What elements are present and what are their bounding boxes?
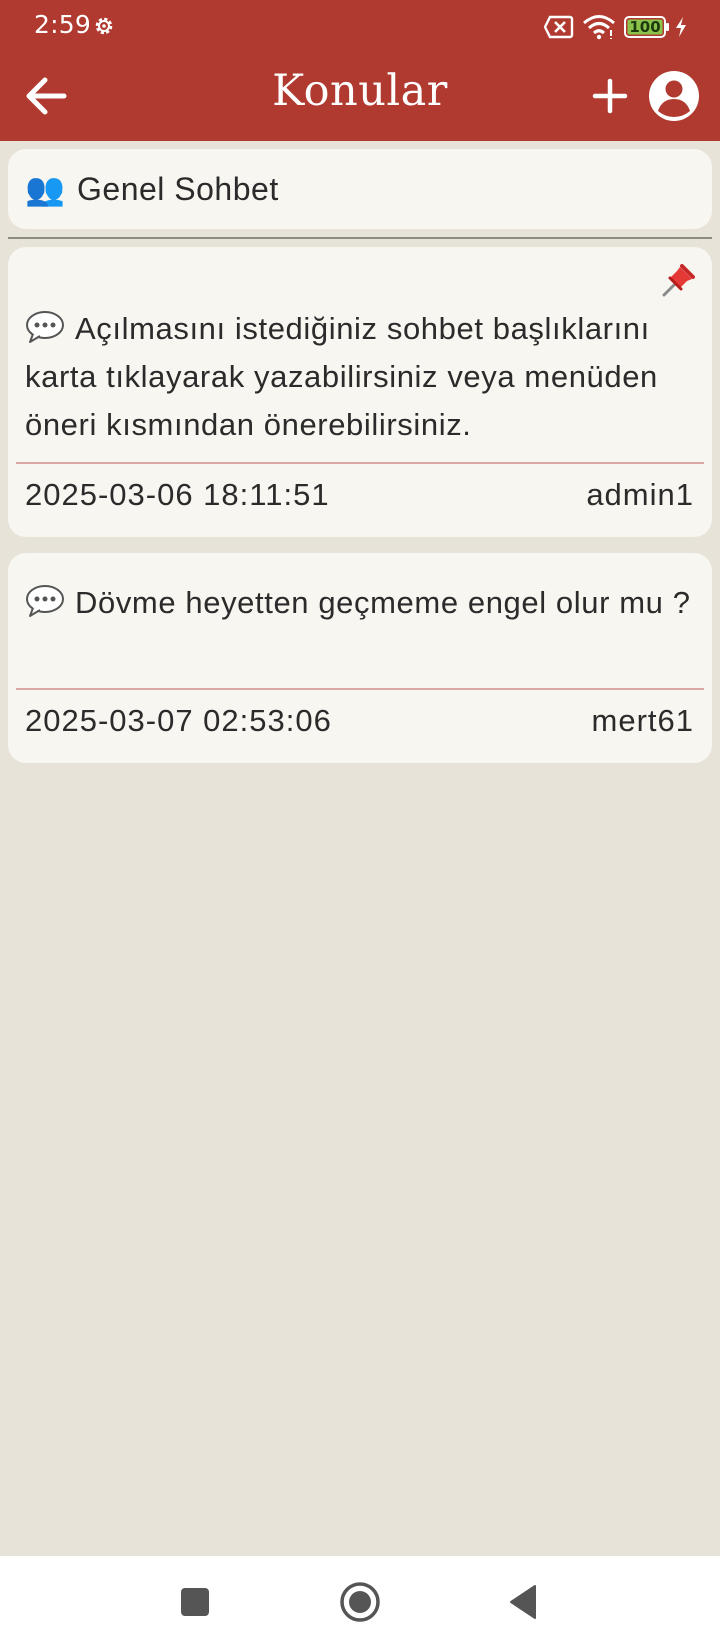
topic-separator	[16, 688, 704, 690]
square-icon	[181, 1588, 209, 1616]
home-button[interactable]	[336, 1578, 384, 1626]
system-navigation-bar	[0, 1556, 720, 1650]
system-back-button[interactable]	[499, 1578, 547, 1626]
triangle-back-icon	[510, 1585, 536, 1619]
pushpin-icon	[662, 264, 695, 297]
circle-home-icon	[340, 1582, 380, 1622]
toolbar: Konular	[0, 52, 720, 141]
charging-bolt-icon	[676, 17, 686, 37]
speech-bubble-icon	[26, 311, 64, 343]
people-icon: 👥	[25, 171, 65, 207]
add-topic-button[interactable]	[584, 68, 636, 124]
topic-text: Açılmasını istediğiniz sohbet başlıkları…	[25, 311, 658, 442]
battery-level: 100	[629, 18, 661, 36]
topic-title: Dövme heyetten geçmeme engel olur mu ?	[25, 579, 698, 627]
topic-date: 2025-03-07 02:53:06	[25, 703, 332, 738]
topic-separator	[16, 462, 704, 464]
topic-meta: 2025-03-06 18:11:51 admin1	[25, 477, 694, 513]
account-circle-icon	[649, 71, 699, 121]
speech-bubble-icon	[26, 585, 64, 617]
category-title: Genel Sohbet	[77, 170, 279, 207]
recents-button[interactable]	[171, 1578, 219, 1626]
status-bar: 2:59 100	[0, 0, 720, 52]
plus-icon	[592, 78, 628, 114]
topic-date: 2025-03-06 18:11:51	[25, 477, 330, 512]
app-bar: 2:59 100 Konular	[0, 0, 720, 141]
settings-gear-icon	[95, 17, 113, 35]
wifi-icon	[583, 15, 615, 40]
profile-button[interactable]	[644, 66, 704, 126]
battery-icon: 100	[624, 16, 669, 38]
topic-meta: 2025-03-07 02:53:06 mert61	[25, 703, 694, 739]
topic-author: mert61	[591, 703, 694, 738]
no-sim-icon	[544, 15, 574, 39]
topic-card[interactable]: Açılmasını istediğiniz sohbet başlıkları…	[8, 247, 712, 537]
topic-author: admin1	[586, 477, 694, 512]
divider	[8, 237, 712, 239]
topic-title: Açılmasını istediğiniz sohbet başlıkları…	[25, 305, 698, 449]
topic-card[interactable]: Dövme heyetten geçmeme engel olur mu ? 2…	[8, 553, 712, 763]
status-icons: 100	[544, 12, 688, 42]
status-time: 2:59	[34, 10, 91, 39]
topic-text: Dövme heyetten geçmeme engel olur mu ?	[75, 585, 691, 620]
category-header-card[interactable]: 👥 Genel Sohbet	[8, 149, 712, 229]
